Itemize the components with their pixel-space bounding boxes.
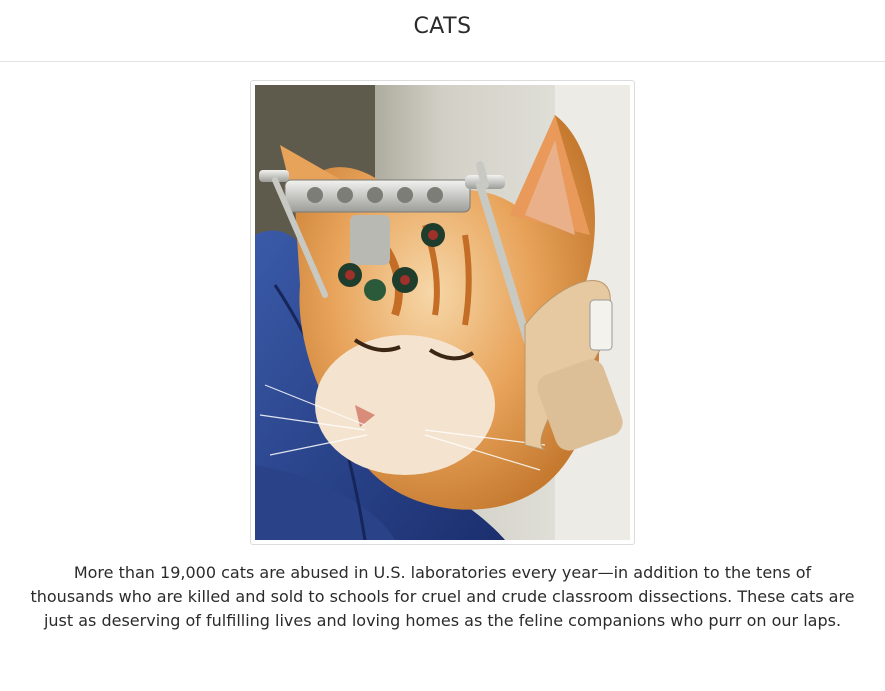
page-header: CATS bbox=[0, 0, 885, 62]
photo-frame bbox=[250, 80, 635, 545]
cat-photo bbox=[255, 85, 630, 540]
cat-photo-illustration bbox=[255, 85, 630, 540]
caption-text: More than 19,000 cats are abused in U.S.… bbox=[30, 563, 855, 630]
page-title: CATS bbox=[413, 14, 472, 39]
